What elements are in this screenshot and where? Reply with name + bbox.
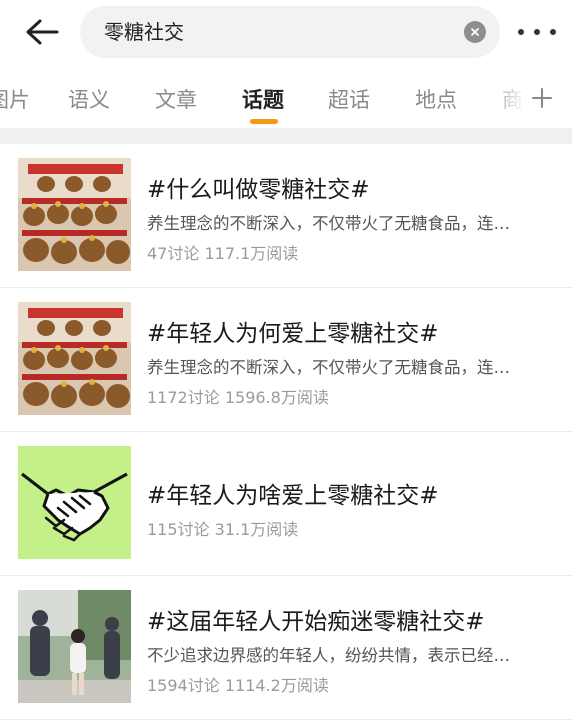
clear-search-icon[interactable] xyxy=(464,21,486,43)
topic-result-row[interactable]: #什么叫做零糖社交# 养生理念的不断深入，不仅带火了无糖食品，连… 47讨论 1… xyxy=(0,144,572,288)
discussion-count: 47讨论 xyxy=(147,244,200,263)
back-arrow-icon[interactable] xyxy=(22,14,62,50)
topic-result-row[interactable]: #这届年轻人开始痴迷零糖社交# 不少追求边界感的年轻人，纷纷共情，表示已经… 1… xyxy=(0,576,572,720)
tab-pictures[interactable]: 图片 xyxy=(0,84,30,114)
discussion-count: 115讨论 xyxy=(147,520,210,539)
read-count: 31.1万阅读 xyxy=(214,520,299,539)
topic-description: 养生理念的不断深入，不仅带火了无糖食品，连… xyxy=(147,214,510,233)
add-tab-icon[interactable] xyxy=(524,80,560,116)
topic-description: 养生理念的不断深入，不仅带火了无糖食品，连… xyxy=(147,358,510,377)
capybara-plush-image xyxy=(18,302,131,415)
tabs-fade xyxy=(486,70,526,122)
read-count: 1596.8万阅读 xyxy=(224,388,329,407)
discussion-count: 1172讨论 xyxy=(147,388,220,407)
topic-stats: 1594讨论 1114.2万阅读 xyxy=(147,672,329,696)
topic-result-row[interactable]: #年轻人为啥爱上零糖社交# 115讨论 31.1万阅读 xyxy=(0,432,572,576)
active-tab-indicator xyxy=(250,119,278,124)
more-options-icon[interactable] xyxy=(518,22,556,42)
topic-stats: 1172讨论 1596.8万阅读 xyxy=(147,384,329,408)
topic-title[interactable]: #年轻人为何爱上零糖社交# xyxy=(147,314,439,348)
topic-title[interactable]: #年轻人为啥爱上零糖社交# xyxy=(147,476,439,510)
tab-articles[interactable]: 文章 xyxy=(155,84,197,114)
topic-title[interactable]: #这届年轻人开始痴迷零糖社交# xyxy=(147,602,485,636)
tab-semantic[interactable]: 语义 xyxy=(68,84,110,114)
topic-result-row[interactable]: #年轻人为何爱上零糖社交# 养生理念的不断深入，不仅带火了无糖食品，连… 117… xyxy=(0,288,572,432)
search-category-tabs: 图片 语义 文章 话题 超话 地点 商 xyxy=(0,64,572,128)
tab-super-topics[interactable]: 超话 xyxy=(328,84,370,114)
search-input[interactable]: 零糖社交 xyxy=(104,6,184,58)
tab-topics[interactable]: 话题 xyxy=(242,84,284,114)
top-bar: 零糖社交 xyxy=(0,0,572,64)
tab-places[interactable]: 地点 xyxy=(415,84,457,114)
capybara-plush-image xyxy=(18,158,131,271)
discussion-count: 1594讨论 xyxy=(147,676,220,695)
topic-stats: 115讨论 31.1万阅读 xyxy=(147,516,298,540)
topic-description: 不少追求边界感的年轻人，纷纷共情，表示已经… xyxy=(147,646,510,665)
section-divider xyxy=(0,128,572,144)
topic-title[interactable]: #什么叫做零糖社交# xyxy=(147,170,370,204)
read-count: 1114.2万阅读 xyxy=(224,676,329,695)
handshake-icon xyxy=(18,446,131,559)
read-count: 117.1万阅读 xyxy=(204,244,299,263)
people-photo-image xyxy=(18,590,131,703)
topic-stats: 47讨论 117.1万阅读 xyxy=(147,240,298,264)
search-box[interactable]: 零糖社交 xyxy=(80,6,500,58)
